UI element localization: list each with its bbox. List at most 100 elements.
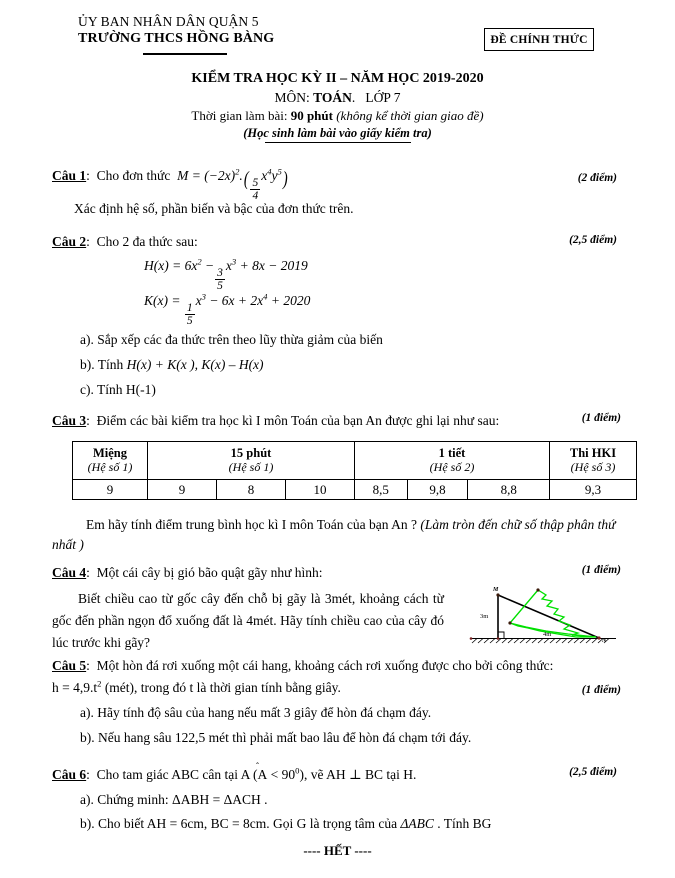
point-m-dot [496, 593, 500, 597]
label-vertical-3m: 3m [480, 613, 488, 620]
table-cell-value: 8,5 [354, 479, 408, 500]
table-header-sub: (Hệ số 1) [228, 459, 274, 474]
table-header-title: Thi HKI [569, 446, 617, 461]
question-4-prompt: Một cái cây bị gió bão quật gãy như hình… [96, 565, 323, 580]
question-6-label: Câu 6 [52, 767, 87, 782]
question-5-formula-suffix: (mét), trong đó t là thời gian tính bằng… [101, 680, 341, 695]
table-header-title: Miệng [92, 446, 128, 461]
time-line: Thời gian làm bài: 90 phút (không kể thờ… [0, 107, 675, 125]
question-3-header: Câu 3: Điểm các bài kiểm tra học kì I mô… [52, 411, 532, 431]
question-2-formula-K: K(x) = 1 5 x3 − 6x + 2x4 + 2020 [144, 291, 311, 328]
table-cell-value: 9 [72, 479, 148, 500]
table-header-cell: 15 phút (Hệ số 1) [147, 441, 355, 480]
table-cell-value: 8 [216, 479, 286, 500]
official-exam-stamp-label: ĐỀ CHÍNH THỨC [490, 33, 588, 46]
question-5-colon: : [86, 658, 90, 673]
tree-top-dot [536, 588, 540, 592]
question-4-points: (1 điểm) [581, 564, 621, 576]
ground-hatching [471, 638, 610, 644]
table-row-values: 9 9 8 10 8,5 9,8 8,8 9,3 [72, 479, 637, 500]
question-4-colon: : [86, 565, 90, 580]
question-2-label: Câu 2 [52, 234, 87, 249]
question-2-task-b-prefix: b). Tính [80, 357, 127, 372]
school-name: TRƯỜNG THCS HỒNG BÀNG [78, 31, 275, 47]
question-2-task-a: a). Sắp xếp các đa thức trên theo lũy th… [80, 332, 383, 347]
tree-branch-bottom [509, 622, 597, 638]
label-m: M [492, 587, 499, 593]
table-cell-value: 9,8 [406, 479, 469, 500]
tree-branch-left [509, 589, 539, 624]
official-exam-stamp: ĐỀ CHÍNH THỨC [484, 28, 594, 51]
break-point-dot [508, 621, 512, 625]
question-1-subtask: Xác định hệ số, phần biến và bậc của đơn… [74, 201, 354, 216]
question-2-task-c: c). Tính H(-1) [80, 382, 156, 397]
question-1-points: (2 điểm) [577, 172, 617, 184]
end-marker: ---- HẾT ---- [303, 843, 372, 858]
school-underline [143, 53, 227, 55]
question-3-followup: Em hãy tính điểm trung bình học kì I môn… [52, 515, 632, 554]
table-header-cell: Miệng (Hệ số 1) [72, 441, 148, 480]
right-angle-marker [498, 631, 505, 639]
question-6-prompt-part3: ), vẽ AH ⊥ BC tại H. [299, 767, 417, 782]
question-4-header: Câu 4: Một cái cây bị gió bão quật gãy n… [52, 563, 482, 583]
point-n-dot [597, 636, 601, 640]
question-6-task-a: a). Chứng minh: ΔABH = ΔACH . [80, 792, 268, 807]
question-5-points: (1 điểm) [581, 684, 621, 696]
table-header-title: 15 phút [230, 446, 272, 461]
label-n: N [601, 638, 607, 644]
subject-prefix: MÔN: [274, 89, 314, 105]
question-5-label: Câu 5 [52, 658, 87, 673]
question-6-task-b: b). Cho biết AH = 6cm, BC = 8cm. Gọi G l… [80, 814, 491, 834]
question-2-colon: : [86, 234, 90, 249]
question-3-colon: : [86, 413, 90, 428]
table-header-sub: (Hệ số 2) [429, 459, 475, 474]
table-header-cell: Thi HKI (Hệ số 3) [549, 441, 637, 480]
table-cell-value: 9,3 [549, 479, 637, 500]
base-dot [496, 637, 500, 640]
subject-line: MÔN: TOÁN. LỚP 7 [0, 89, 675, 107]
question-5-header: Câu 5: Một hòn đá rơi xuống một cái hang… [52, 656, 652, 676]
question-1-prompt: Cho đơn thức [96, 168, 171, 183]
question-3-followup-text: Em hãy tính điểm trung bình học kì I môn… [86, 517, 421, 532]
question-5-task-a: a). Hãy tính độ sâu của hang nếu mất 3 g… [80, 705, 432, 720]
question-4-label: Câu 4 [52, 565, 87, 580]
authority-name: ỦY BAN NHÂN DÂN QUẬN 5 [78, 14, 259, 29]
table-cell-value: 8,8 [467, 479, 550, 500]
question-6-colon: : [86, 767, 90, 782]
question-1-header: Câu 1: Cho đơn thức M = (−2x)2.(5 4 x4y5) [52, 166, 482, 202]
time-prefix: Thời gian làm bài: [191, 108, 291, 124]
question-3-points: (1 điểm) [581, 412, 621, 424]
question-2-task-b-math: H(x) + K(x ), K(x) – H(x) [126, 357, 264, 372]
table-cell-value: 10 [285, 479, 355, 500]
question-2-task-b: b). Tính H(x) + K(x ), K(x) – H(x) [80, 355, 264, 375]
grade-label: LỚP 7 [365, 89, 401, 105]
time-note: (không kể thời gian giao đề) [336, 108, 484, 124]
question-3-prompt: Điểm các bài kiểm tra học kì I môn Toán … [96, 413, 500, 428]
table-header-cell: 1 tiết (Hệ số 2) [354, 441, 550, 480]
question-6-points: (2,5 điểm) [569, 766, 617, 778]
question-2-prompt: Cho 2 đa thức sau: [96, 234, 198, 249]
exam-page: ỦY BAN NHÂN DÂN QUẬN 5 TRƯỜNG THCS HỒNG … [0, 0, 675, 878]
table-header-title: 1 tiết [438, 446, 466, 461]
question-6-header: Câu 6: Cho tam giác ABC cân tại A (Â < … [52, 765, 522, 785]
header-left: ỦY BAN NHÂN DÂN QUẬN 5 TRƯỜNG THCS HỒNG … [78, 14, 274, 48]
question-2-points: (2,5 điểm) [569, 234, 617, 246]
question-5-task-b: b). Nếu hang sâu 122,5 mét thì phải mất … [80, 730, 472, 745]
table-row-header: Miệng (Hệ số 1) 15 phút (Hệ số 1) 1 tiết… [72, 441, 637, 480]
header-divider [265, 142, 411, 144]
question-2-formula-H: H(x) = 6x2 −3 5 x3 + 8x − 2019 [144, 256, 308, 293]
exam-title: KIỂM TRA HỌC KỲ II – NĂM HỌC 2019-2020 [191, 71, 484, 86]
question-6-task-b-part1: b). Cho biết AH = 6cm, BC = 8cm. Gọi G l… [80, 816, 401, 831]
question-1-formula: M = (−2x)2.(5 4 x4y5) [177, 166, 288, 203]
ground-left-dot [469, 637, 473, 640]
table-cell-value: 9 [147, 479, 217, 500]
broken-tree-figure: M N 3m 4m [469, 587, 616, 644]
question-6-prompt-part1: Cho tam giác ABC cân tại A ( [96, 767, 258, 782]
tree-foliage [508, 589, 597, 638]
question-2-header: Câu 2: Cho 2 đa thức sau: [52, 232, 482, 252]
question-3-label: Câu 3 [52, 413, 87, 428]
subject-name: TOÁN [313, 89, 352, 105]
question-6-task-b-math: ΔABC [400, 816, 434, 831]
question-5-formula: h = 4,9.t2 (mét), trong đó t là thời gia… [52, 678, 552, 698]
table-header-sub: (Hệ số 3) [570, 459, 616, 474]
